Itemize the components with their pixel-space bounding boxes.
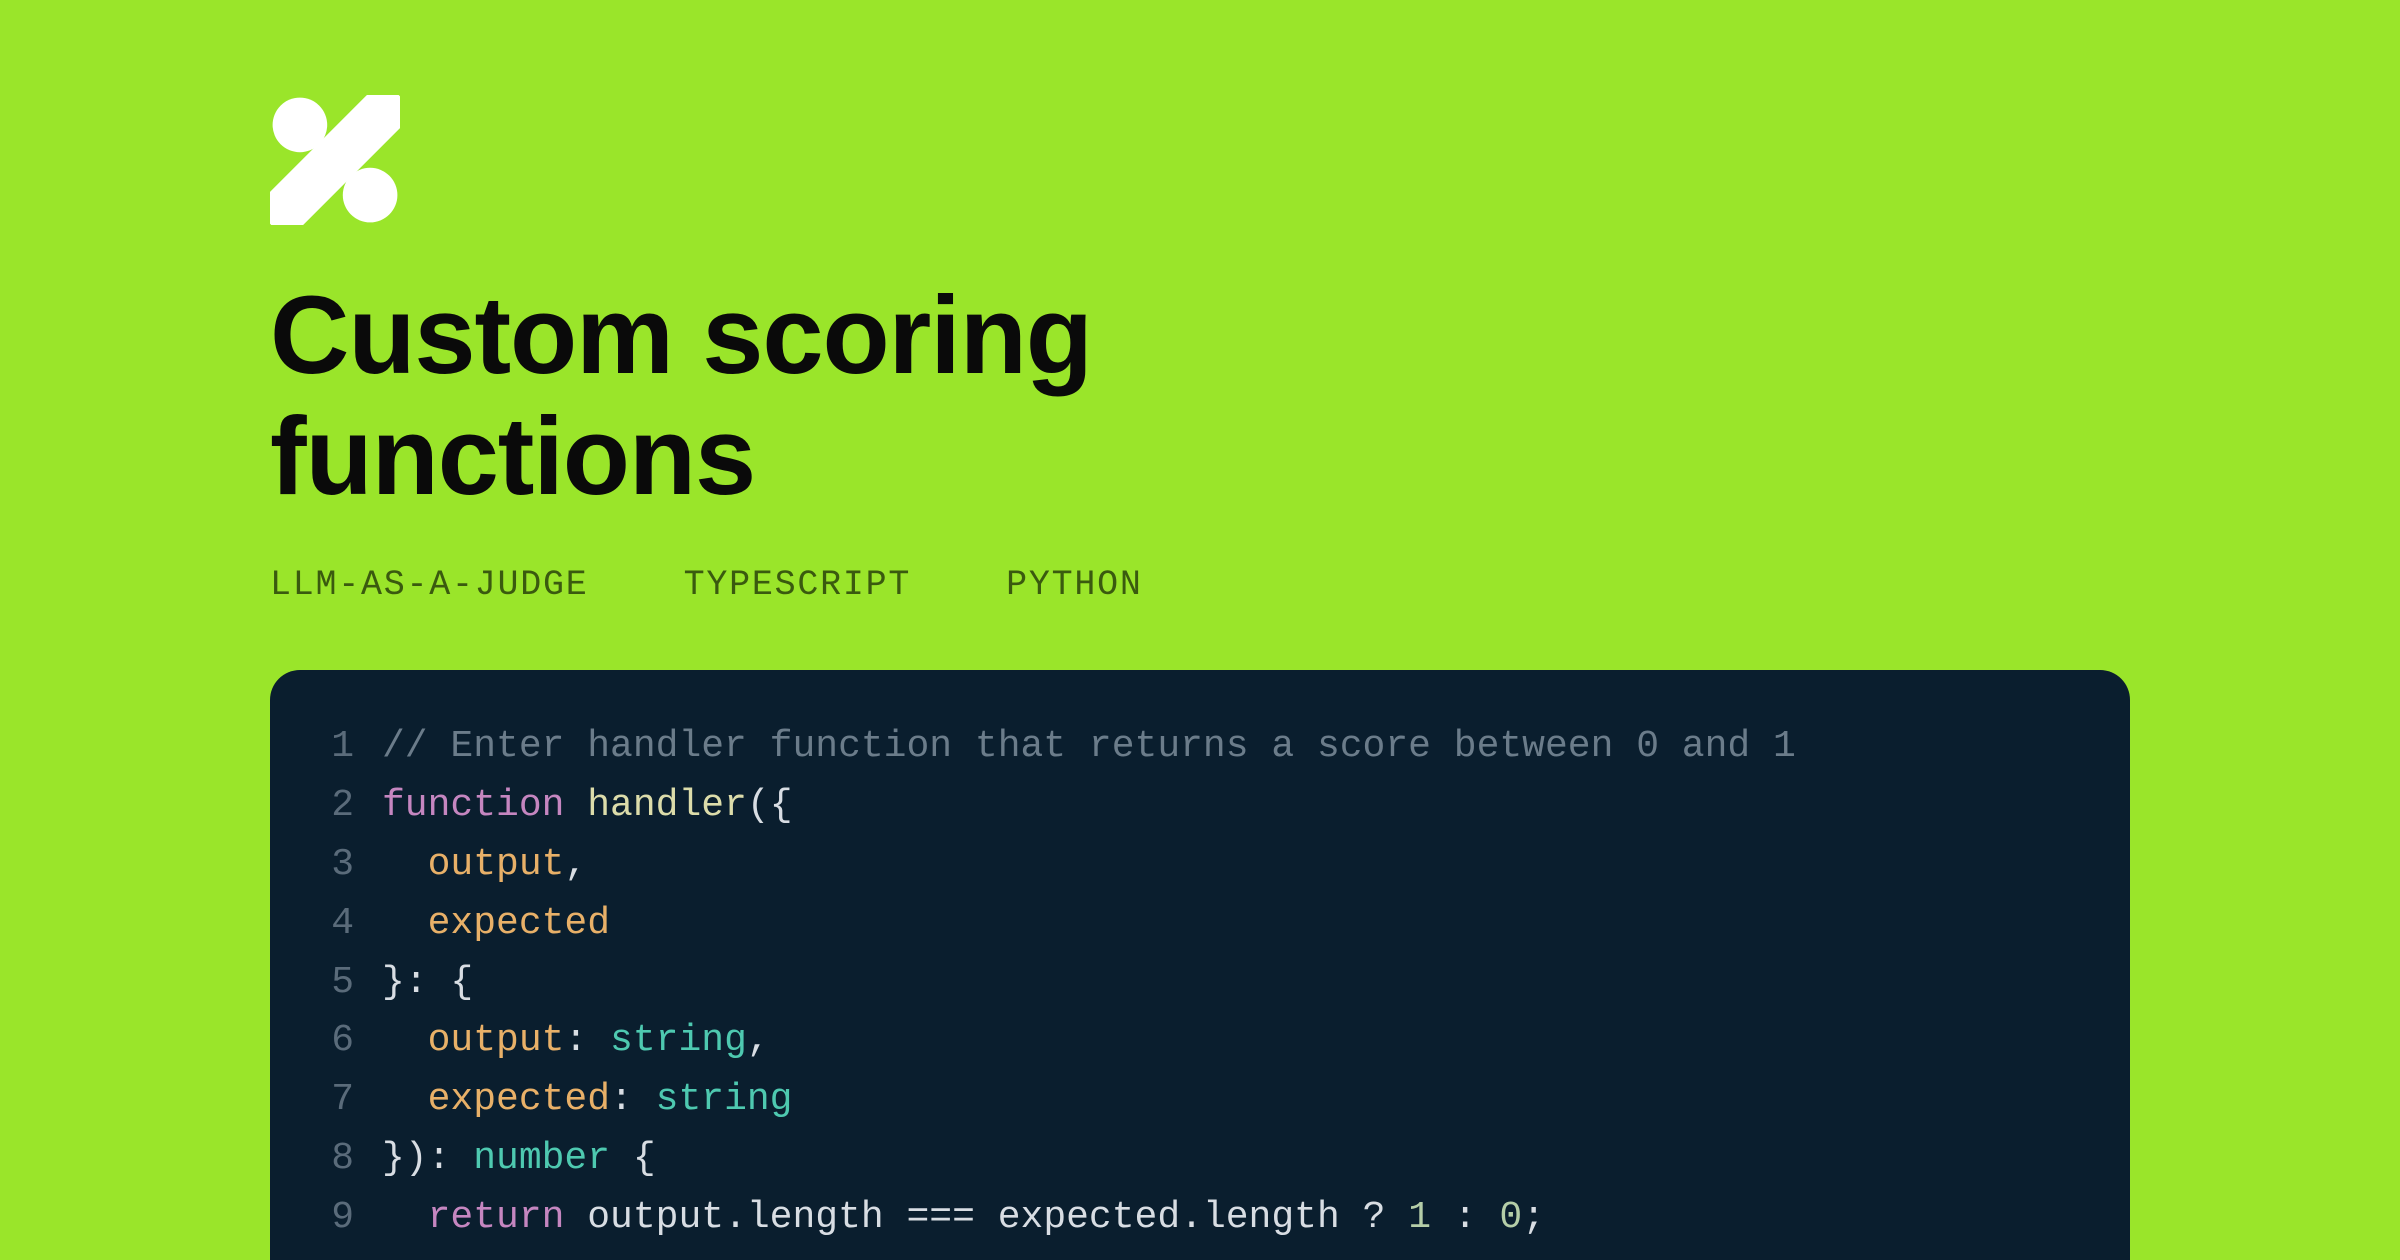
tag-item: TYPESCRIPT — [684, 565, 912, 605]
code-line: 3 output, — [320, 836, 2080, 895]
code-content: expected: string — [382, 1071, 792, 1130]
code-content: output: string, — [382, 1012, 770, 1071]
code-line: 2function handler({ — [320, 777, 2080, 836]
code-content: function handler({ — [382, 777, 793, 836]
code-line: 8}): number { — [320, 1130, 2080, 1189]
code-content: return output.length === expected.length… — [382, 1189, 1545, 1248]
line-number: 4 — [320, 895, 382, 954]
code-content: }): number { — [382, 1130, 656, 1189]
code-line: 9 return output.length === expected.leng… — [320, 1189, 2080, 1248]
percent-logo-icon — [270, 95, 400, 225]
tag-item: LLM-AS-A-JUDGE — [270, 565, 589, 605]
code-line: 6 output: string, — [320, 1012, 2080, 1071]
line-number: 1 — [320, 718, 382, 777]
line-number: 8 — [320, 1130, 382, 1189]
code-line: 5}: { — [320, 954, 2080, 1013]
page: Custom scoring functions LLM-AS-A-JUDGE … — [0, 0, 2400, 1260]
code-line: 4 expected — [320, 895, 2080, 954]
line-number: 5 — [320, 954, 382, 1013]
code-line: 7 expected: string — [320, 1071, 2080, 1130]
code-content: output, — [382, 836, 587, 895]
code-line: 1// Enter handler function that returns … — [320, 718, 2080, 777]
page-title: Custom scoring functions — [270, 275, 1470, 517]
code-content: }: { — [382, 954, 473, 1013]
line-number: 2 — [320, 777, 382, 836]
line-number: 6 — [320, 1012, 382, 1071]
line-number: 9 — [320, 1189, 382, 1248]
code-editor: 1// Enter handler function that returns … — [270, 670, 2130, 1260]
line-number: 3 — [320, 836, 382, 895]
tag-item: PYTHON — [1006, 565, 1143, 605]
code-content: expected — [382, 895, 610, 954]
tag-list: LLM-AS-A-JUDGE TYPESCRIPT PYTHON — [270, 565, 2130, 605]
code-content: // Enter handler function that returns a… — [382, 718, 1796, 777]
line-number: 7 — [320, 1071, 382, 1130]
